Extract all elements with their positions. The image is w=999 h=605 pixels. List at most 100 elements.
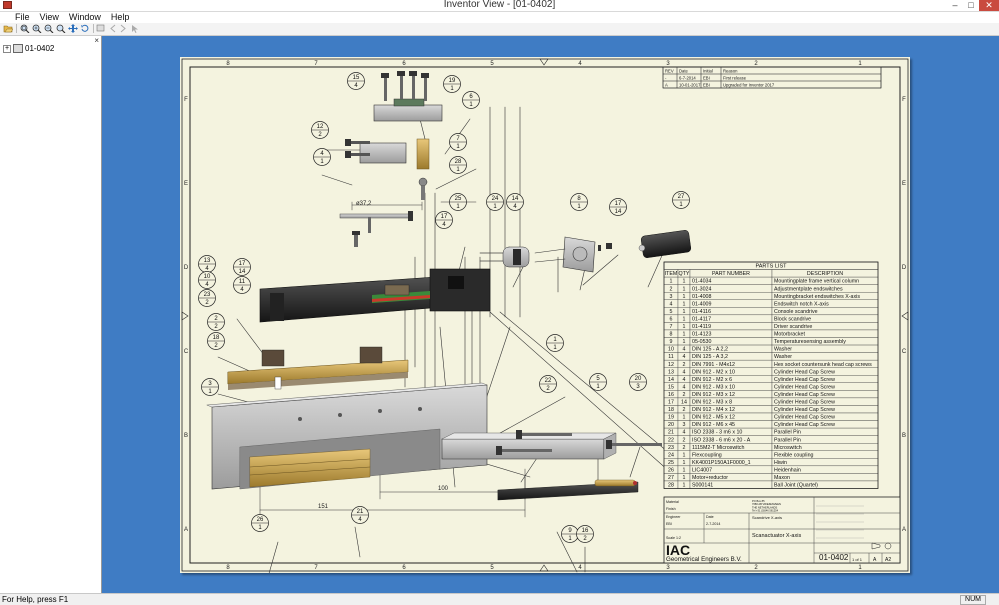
- parts-list-cell: Driver scandrive: [774, 324, 812, 330]
- parts-list-cell: 1: [683, 483, 686, 489]
- parts-list-cell: Parallel Pin: [774, 437, 801, 443]
- drawing-description: Scanactuator X-axis: [752, 533, 801, 539]
- status-message: For Help, press F1: [2, 595, 69, 604]
- menu-bar: File View Window Help: [0, 12, 999, 23]
- parts-list-cell: 14: [668, 377, 674, 383]
- parts-list-cell: 1: [683, 332, 686, 338]
- maximize-button[interactable]: □: [963, 0, 979, 11]
- rotate-icon[interactable]: [80, 24, 90, 33]
- dimension-label: 100: [438, 486, 449, 492]
- parts-list-cell: 1: [683, 460, 686, 466]
- parts-list-cell: 1: [683, 467, 686, 473]
- menu-window[interactable]: Window: [64, 12, 106, 23]
- balloon-qty: 14: [239, 269, 246, 275]
- zone-col-bottom: 7: [314, 565, 318, 571]
- balloon: 91: [561, 525, 579, 543]
- panel-close-icon[interactable]: ×: [94, 37, 99, 45]
- balloon: 1714: [233, 258, 251, 276]
- parts-list-cell: Mountingbracket endswitches X-axis: [774, 294, 860, 300]
- parts-list-cell: 1: [683, 415, 686, 421]
- parts-list-cell: Heidenhain: [774, 467, 801, 473]
- revision-cell: EBI: [703, 83, 710, 88]
- parts-list-cell: 11: [668, 354, 674, 360]
- parts-list-cell: Block scandrive: [774, 316, 811, 322]
- balloon-item: 19: [449, 78, 456, 84]
- parts-list-header: QTY: [679, 271, 690, 277]
- balloon: 134: [198, 255, 216, 273]
- zone-row-right: D: [902, 265, 907, 271]
- balloon-item: 17: [239, 261, 246, 267]
- parts-list-cell: Washer: [774, 347, 792, 353]
- zoom-window-icon[interactable]: [56, 24, 66, 33]
- balloon-item: 22: [545, 378, 552, 384]
- back-icon[interactable]: [108, 24, 118, 33]
- pan-icon[interactable]: [68, 24, 78, 33]
- forward-icon[interactable]: [118, 24, 128, 33]
- parts-list-header: ITEM: [665, 271, 678, 277]
- menu-help[interactable]: Help: [106, 12, 135, 23]
- parts-list-cell: 21: [668, 430, 674, 436]
- zone-col-top: 6: [402, 61, 406, 67]
- balloon-item: 25: [455, 196, 462, 202]
- revision-cell: -: [665, 76, 667, 81]
- minimize-button[interactable]: –: [947, 0, 963, 11]
- zone-row-left: A: [184, 527, 188, 533]
- parts-list-cell: Flexible coupling: [774, 452, 814, 458]
- parts-list-cell: 13: [668, 369, 674, 375]
- address-line: Tel +31 (0)546 561254: [752, 509, 779, 513]
- expand-icon[interactable]: +: [3, 44, 11, 53]
- balloon: 222: [539, 375, 557, 393]
- revision-cell: 10-01-2017: [679, 83, 701, 88]
- tree-item-root[interactable]: + 01-0402: [3, 44, 54, 53]
- drawing-number: 01-0402: [819, 553, 849, 562]
- parts-list-cell: 05-0530: [692, 339, 711, 345]
- scale-value: Scale 1:2: [666, 536, 681, 540]
- balloon: 214: [351, 506, 369, 524]
- parts-list-cell: 2: [683, 407, 686, 413]
- display-icon[interactable]: [96, 24, 106, 33]
- balloon-item: 13: [204, 258, 211, 264]
- zoom-in-icon[interactable]: [32, 24, 42, 33]
- parts-list-cell: DIN 912 - M3 x 8: [692, 400, 732, 406]
- balloon-item: 20: [635, 376, 642, 382]
- open-icon[interactable]: [3, 24, 13, 33]
- designed-by: EBI: [666, 522, 672, 526]
- parts-list-cell: Maxon: [774, 475, 790, 481]
- balloon: 203: [629, 373, 647, 391]
- balloon: 81: [570, 193, 588, 211]
- parts-list-cell: Cylinder Head Cap Screw: [774, 407, 835, 413]
- drawing-workspace[interactable]: 8877665544332211FFEEDDCCBBAA 15 4 19 1 6…: [102, 36, 999, 593]
- balloon: 162: [576, 525, 594, 543]
- close-button[interactable]: ✕: [979, 0, 999, 11]
- cursor-icon[interactable]: [130, 24, 140, 33]
- balloon-item: 14: [512, 196, 519, 202]
- zone-row-left: C: [184, 349, 189, 355]
- revision-cell: Date: [679, 69, 689, 74]
- menu-file[interactable]: File: [0, 12, 35, 23]
- zoom-all-icon[interactable]: [20, 24, 30, 33]
- balloon: 51: [589, 373, 607, 391]
- parts-list-cell: Motor+reductor: [692, 475, 728, 481]
- menu-view[interactable]: View: [35, 12, 64, 23]
- window-titlebar: Inventor View - [01-0402] – □ ✕: [0, 0, 999, 12]
- balloon: 182: [207, 332, 225, 350]
- parts-list-cell: 9: [670, 339, 673, 345]
- parts-list-cell: 2: [670, 286, 673, 292]
- balloon: 1714: [609, 198, 627, 216]
- parts-list-cell: Microswitch: [774, 445, 802, 451]
- balloon-item: 27: [678, 194, 685, 200]
- parts-list-cell: 3: [683, 422, 686, 428]
- zone-col-bottom: 5: [490, 565, 494, 571]
- balloon: 191: [443, 75, 461, 93]
- balloon-qty: 14: [615, 209, 622, 215]
- parts-list-cell: 26: [668, 467, 674, 473]
- parts-list-cell: 1: [683, 286, 686, 292]
- balloon: 271: [672, 191, 690, 209]
- balloon: 261: [251, 514, 269, 532]
- balloon-item: 24: [492, 196, 499, 202]
- parts-list-cell: 01-4008: [692, 294, 711, 300]
- zoom-out-icon[interactable]: [44, 24, 54, 33]
- zone-col-bottom: 2: [754, 565, 758, 571]
- parts-list-cell: 01-4116: [692, 309, 711, 315]
- parts-list-cell: 18: [668, 407, 674, 413]
